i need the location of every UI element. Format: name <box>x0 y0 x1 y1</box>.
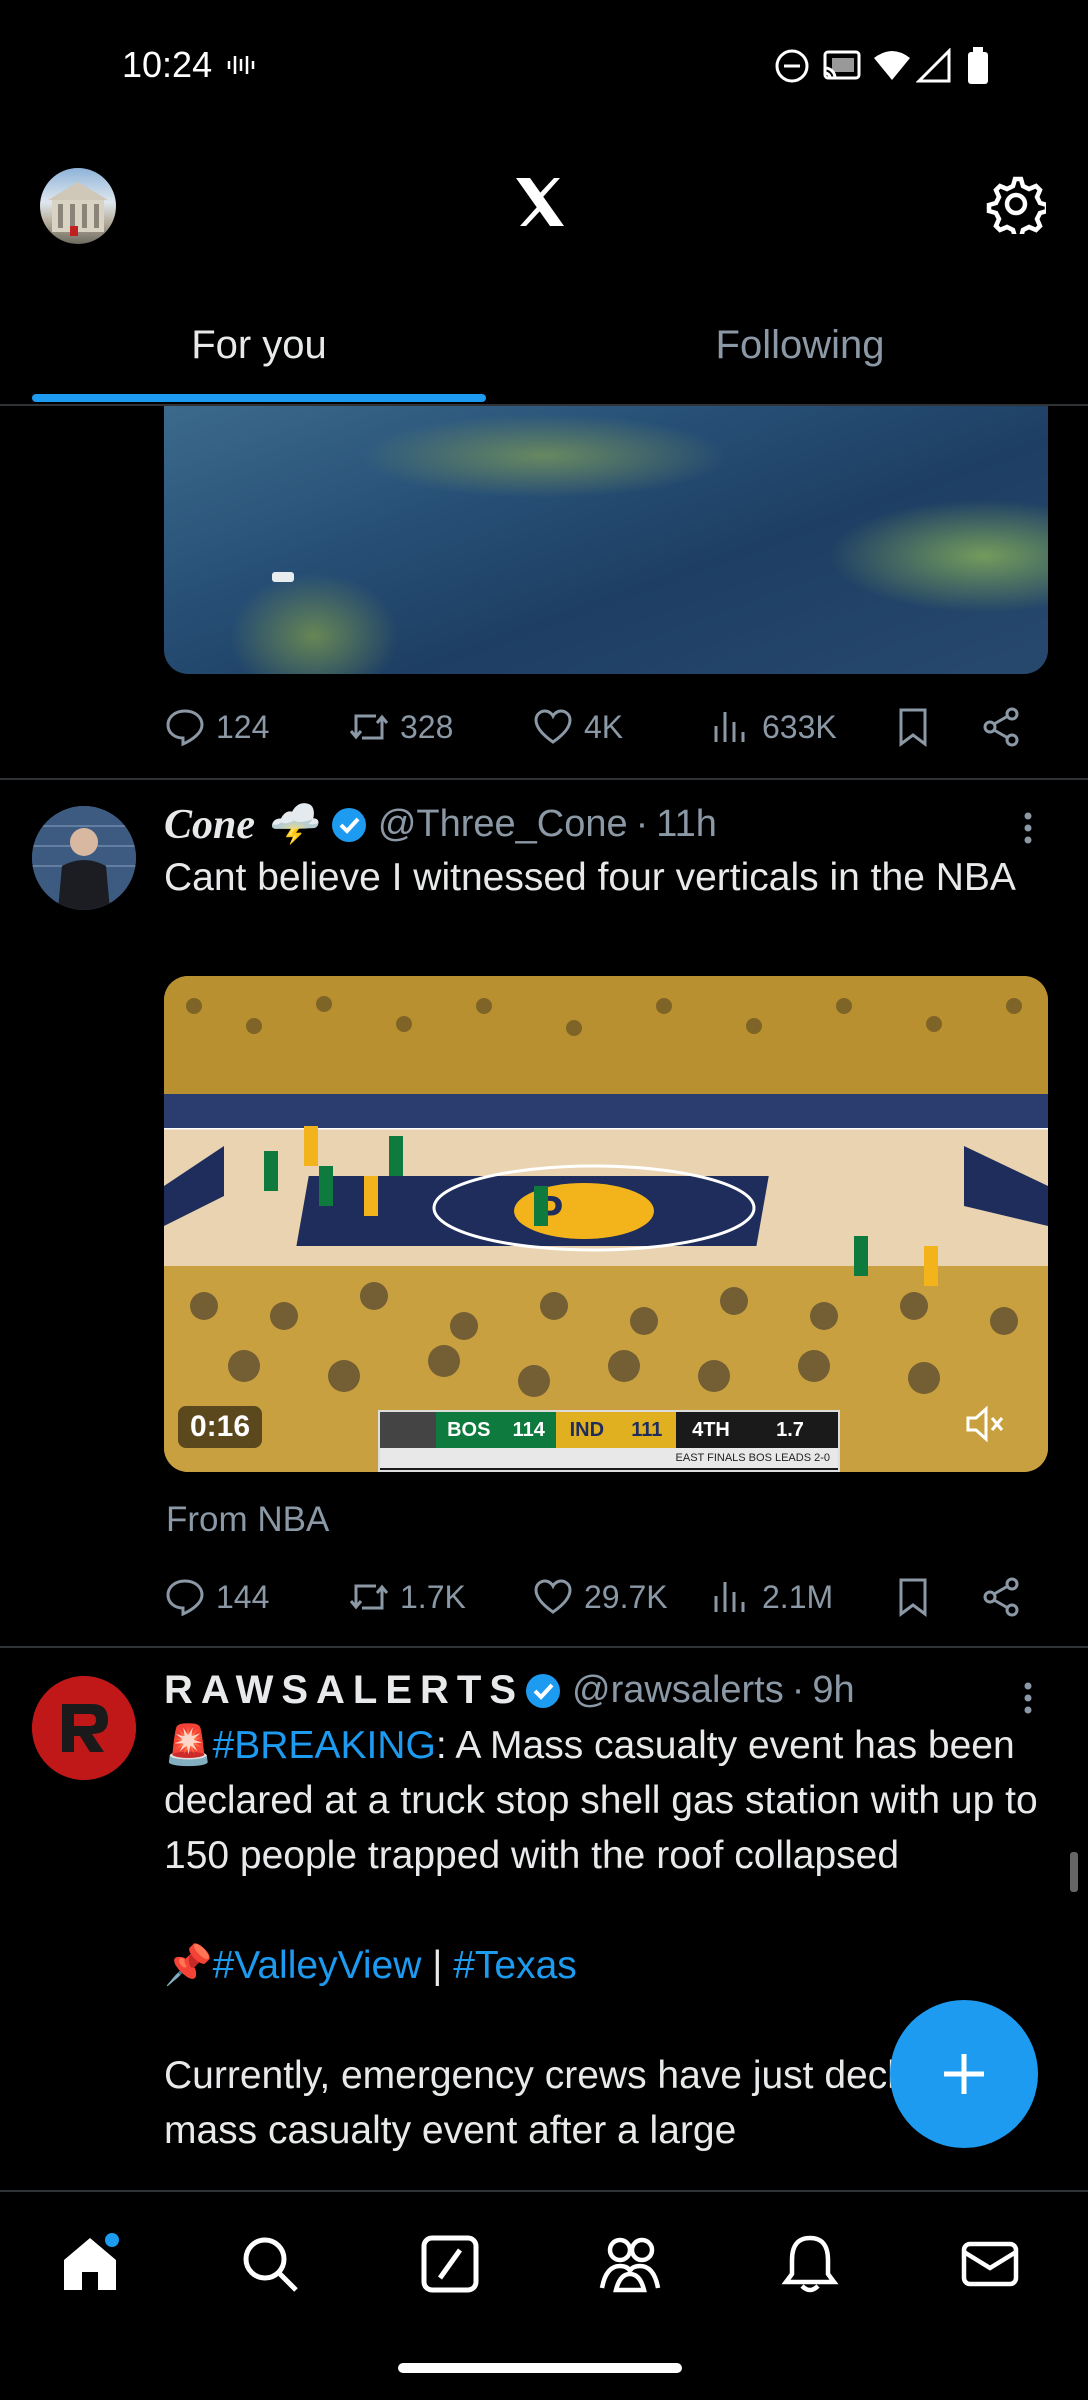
share-button[interactable] <box>980 1570 1022 1624</box>
heart-icon <box>534 1579 572 1614</box>
bottom-nav-divider <box>0 2190 1088 2192</box>
pin-emoji: 📌 <box>164 1944 213 1987</box>
communities-icon[interactable] <box>598 2232 662 2296</box>
bookmark-icon <box>899 1578 927 1617</box>
dnd-icon <box>774 48 810 84</box>
battery-icon <box>966 46 990 86</box>
hashtag-texas[interactable]: #Texas <box>453 1944 577 1987</box>
reply-button[interactable]: 124 <box>164 700 269 754</box>
more-options-icon[interactable] <box>1008 1678 1048 1718</box>
cast-icon <box>822 48 862 84</box>
compose-fab-button[interactable] <box>890 2000 1038 2148</box>
wifi-icon <box>872 48 912 84</box>
video-duration: 0:16 <box>178 1406 263 1448</box>
author-handle[interactable]: @rawsalerts <box>572 1669 784 1712</box>
repost-count: 328 <box>400 708 454 745</box>
hashtag-valleyview[interactable]: #ValleyView <box>213 1944 422 1987</box>
active-tab-indicator <box>32 394 486 402</box>
post-video[interactable]: P <box>164 976 1048 1472</box>
repost-count: 1.7K <box>400 1578 466 1615</box>
score-team1: BOS <box>447 1418 491 1441</box>
score-period: 4TH <box>692 1418 730 1441</box>
heart-icon <box>534 709 572 744</box>
like-count: 29.7K <box>584 1578 668 1615</box>
post-divider <box>0 1646 1088 1648</box>
author-avatar[interactable] <box>32 1676 136 1780</box>
bookmark-button[interactable] <box>892 700 934 754</box>
verified-badge-icon <box>524 1672 562 1710</box>
reply-icon <box>166 709 204 747</box>
repost-icon <box>349 714 389 740</box>
tab-following[interactable]: Following <box>544 290 1056 400</box>
score-clock: 1.7 <box>776 1418 804 1441</box>
view-count: 633K <box>762 708 837 745</box>
tag-separator: | <box>421 1944 454 1987</box>
messages-envelope-icon[interactable] <box>958 2232 1022 2296</box>
feed-tabs: For you Following <box>0 290 1088 404</box>
like-button[interactable]: 29.7K <box>532 1570 668 1624</box>
vibrate-icon <box>226 50 256 80</box>
reply-count: 124 <box>216 708 270 745</box>
views-icon <box>714 712 745 742</box>
repost-button[interactable]: 1.7K <box>348 1570 466 1624</box>
more-options-icon[interactable] <box>1008 808 1048 848</box>
gesture-home-indicator[interactable] <box>398 2363 682 2373</box>
tab-for-you[interactable]: For you <box>32 290 486 400</box>
share-icon <box>983 707 1019 747</box>
author-name[interactable]: Cone 🌩️ <box>164 800 318 849</box>
score-value2: 111 <box>631 1418 663 1441</box>
settings-gear-icon[interactable] <box>986 174 1046 234</box>
profile-avatar[interactable] <box>40 168 116 244</box>
reply-button[interactable]: 144 <box>164 1570 269 1624</box>
post-header: RAWSALERTS @rawsalerts · 9h <box>164 1668 855 1713</box>
score-team2: IND <box>569 1418 605 1441</box>
hashtag-breaking[interactable]: #BREAKING <box>213 1724 436 1767</box>
score-value1: 114 <box>512 1418 545 1441</box>
share-button[interactable] <box>980 700 1022 754</box>
scorebug: BOS 114 IND 111 4TH 1.7 EAST FINALS BOS … <box>378 1410 840 1472</box>
views-icon <box>714 1582 745 1612</box>
like-button[interactable]: 4K <box>532 700 623 754</box>
repost-icon <box>349 1584 389 1610</box>
verified-badge-icon <box>330 806 368 844</box>
search-icon[interactable] <box>238 2232 302 2296</box>
reply-count: 144 <box>216 1578 270 1615</box>
separator-dot: · <box>635 803 649 845</box>
video-source[interactable]: From NBA <box>166 1500 329 1540</box>
post-image[interactable] <box>164 406 1048 674</box>
separator-dot: · <box>791 1669 805 1711</box>
bookmark-button[interactable] <box>892 1570 934 1624</box>
bookmark-icon <box>899 708 927 747</box>
status-time: 10:24 <box>122 44 213 85</box>
repost-button[interactable]: 328 <box>348 700 453 754</box>
author-handle[interactable]: @Three_Cone <box>378 803 628 846</box>
share-icon <box>983 1577 1019 1617</box>
views-button[interactable]: 633K <box>710 700 837 754</box>
notifications-bell-icon[interactable] <box>778 2232 842 2296</box>
home-icon[interactable] <box>58 2232 122 2296</box>
siren-emoji: 🚨 <box>164 1724 213 1767</box>
author-avatar[interactable] <box>32 806 136 910</box>
post-time[interactable]: 11h <box>656 803 717 846</box>
cell-signal-icon <box>916 48 952 84</box>
view-count: 2.1M <box>762 1578 834 1615</box>
score-note: EAST FINALS BOS LEADS 2-0 <box>380 1448 838 1468</box>
reply-icon <box>166 1579 204 1617</box>
post-text: Cant believe I witnessed four verticals … <box>164 856 1016 899</box>
author-name[interactable]: RAWSALERTS <box>164 1668 524 1713</box>
mute-icon[interactable] <box>962 1402 1006 1446</box>
like-count: 4K <box>584 708 624 745</box>
post-header: Cone 🌩️ @Three_Cone · 11h <box>164 800 717 849</box>
plus-icon <box>944 2054 984 2094</box>
post-actions: 124 328 4K 633K <box>164 700 1040 754</box>
x-logo-icon[interactable] <box>510 172 570 232</box>
grok-icon[interactable] <box>418 2232 482 2296</box>
post-divider <box>0 778 1088 780</box>
post-actions: 144 1.7K 29.7K 2.1M <box>164 1570 1040 1624</box>
scrollbar-thumb[interactable] <box>1070 1852 1078 1892</box>
post-time[interactable]: 9h <box>812 1669 854 1712</box>
views-button[interactable]: 2.1M <box>710 1570 833 1624</box>
